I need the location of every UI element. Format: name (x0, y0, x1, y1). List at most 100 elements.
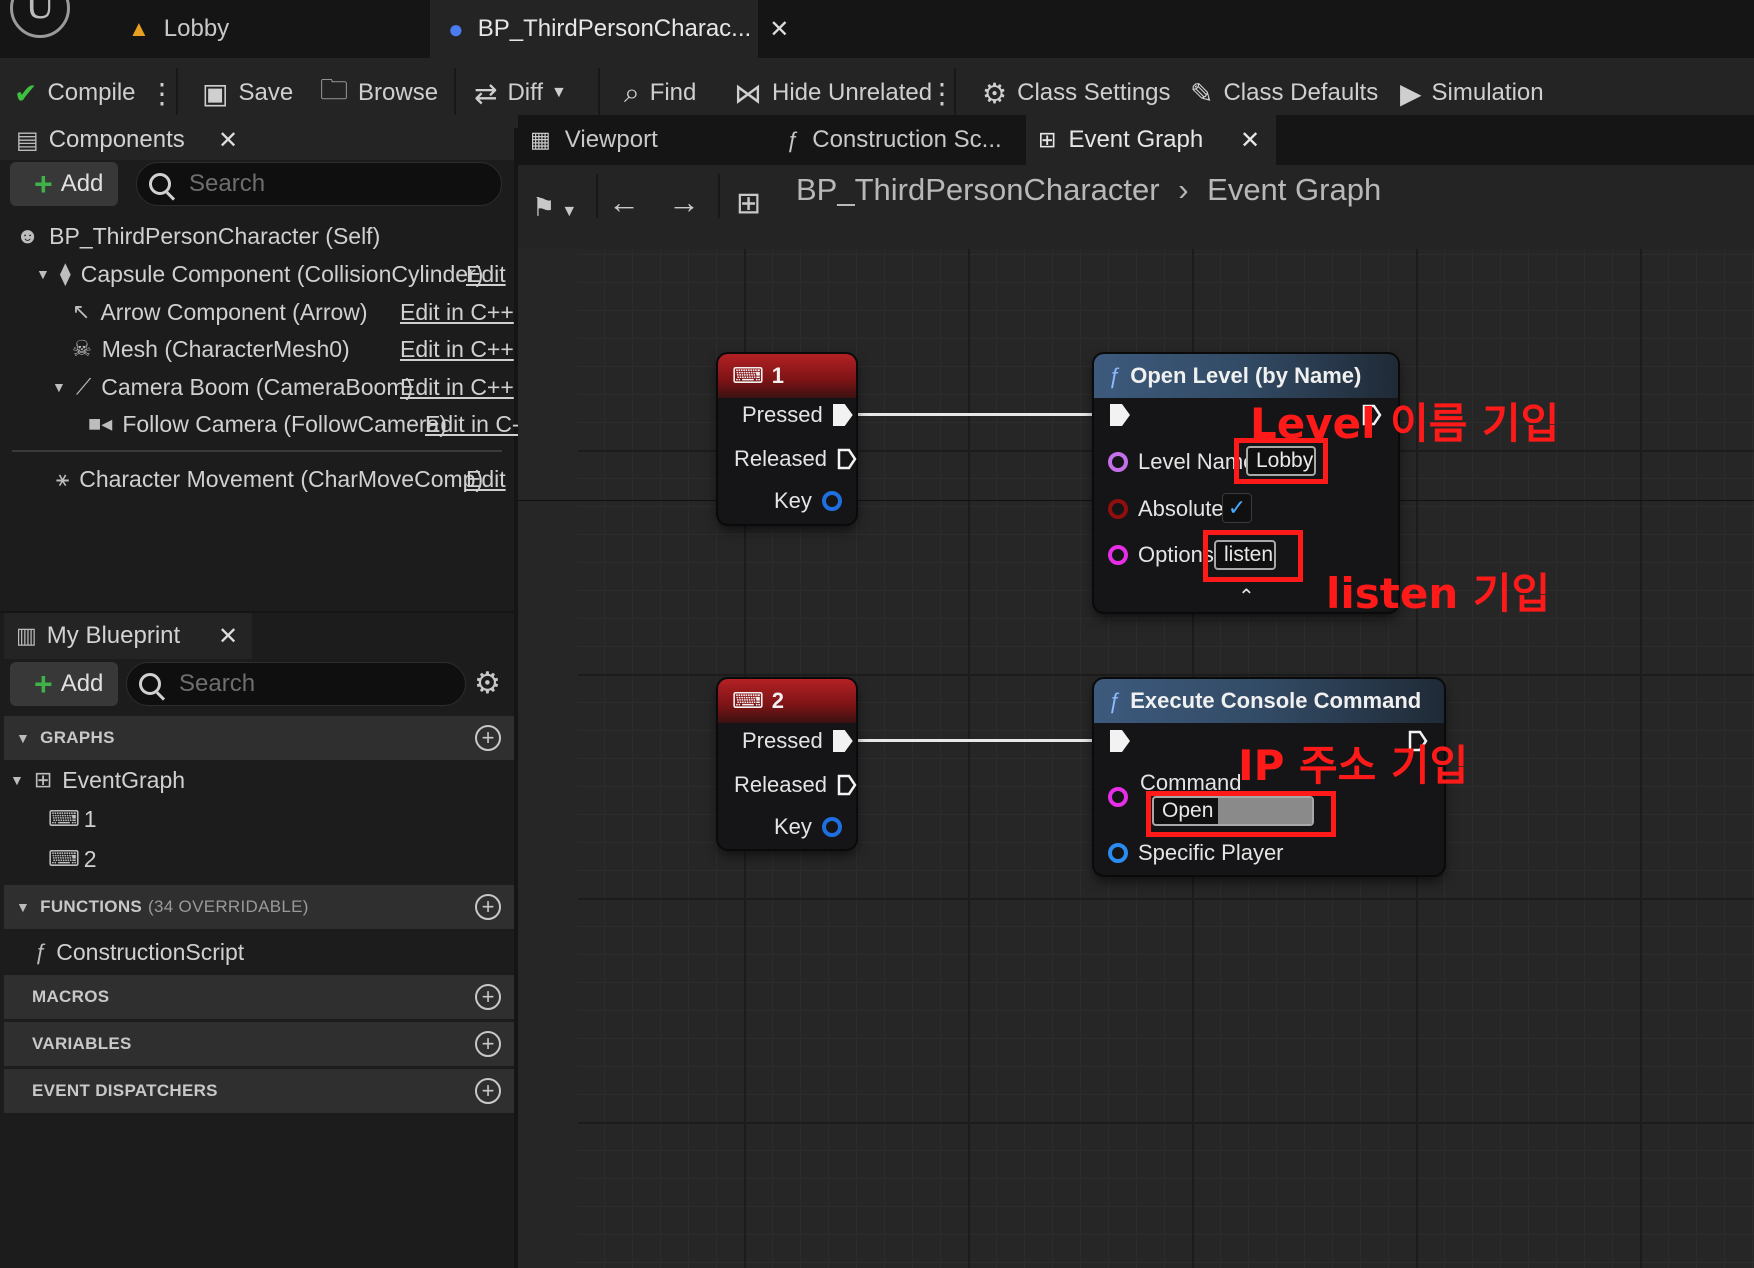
function-item-construction-script[interactable]: ƒ ConstructionScript (34, 933, 244, 971)
edit-in-cpp-link[interactable]: Edit in C- (425, 411, 520, 438)
exec-wire (858, 739, 1102, 742)
exec-out-pin-icon[interactable] (832, 730, 853, 752)
function-icon: ƒ (786, 127, 799, 152)
event-dispatchers-section-header[interactable]: EVENT DISPATCHERS (4, 1069, 514, 1113)
close-icon[interactable]: ✕ (218, 622, 238, 651)
options-pin[interactable]: Options (1108, 542, 1214, 568)
edit-in-cpp-link[interactable]: Edit in C++ (400, 336, 514, 363)
components-search-input[interactable]: Search (136, 162, 502, 206)
hide-unrelated-label: Hide Unrelated (772, 79, 933, 106)
node-header: ⌨ 2 (718, 679, 856, 723)
pressed-pin[interactable]: Pressed (742, 402, 853, 428)
chevron-down-icon: ▼ (16, 899, 31, 915)
component-row-self[interactable]: ☻ BP_ThirdPersonCharacter (Self) (16, 217, 380, 255)
released-pin[interactable]: Released (734, 446, 857, 472)
graph-item-key-2[interactable]: ⌨ 2 (48, 840, 97, 878)
node-title: Open Level (by Name) (1130, 363, 1362, 388)
breadcrumb-graph[interactable]: Event Graph (1207, 172, 1381, 207)
my-blueprint-tab[interactable]: ▥ My Blueprint ✕ (4, 613, 252, 659)
doc-tab-label: Lobby (163, 15, 230, 42)
key-pin[interactable]: Key (774, 488, 842, 514)
add-graph-icon[interactable]: + (475, 725, 501, 751)
save-label: Save (238, 79, 294, 106)
node-header: ƒ Execute Console Command (1094, 679, 1444, 723)
listen-annotation: listen 기입 (1326, 569, 1551, 618)
breadcrumb-divider (596, 174, 598, 218)
gear-icon[interactable]: ⚙ (474, 666, 501, 701)
level-icon: ▲ (128, 16, 150, 41)
component-label: BP_ThirdPersonCharacter (Self) (49, 222, 381, 249)
folder-search-icon: 🗀 (320, 74, 349, 105)
chevron-down-icon: ▼ (36, 266, 50, 282)
name-pin-icon[interactable] (1108, 452, 1128, 472)
close-icon[interactable]: ✕ (218, 126, 238, 155)
diff-label: Diff (507, 79, 544, 106)
components-add-button[interactable]: + Add (10, 162, 118, 206)
component-row-follow-camera[interactable]: ■◂ Follow Camera (FollowCamera) (88, 405, 447, 443)
components-tab[interactable]: ▤ Components ✕ (4, 115, 252, 165)
component-row-arrow[interactable]: ↖ Arrow Component (Arrow) (72, 293, 368, 331)
tab-event-graph[interactable]: ⊞ Event Graph ✕ (1026, 115, 1276, 165)
exec-wire (858, 413, 1102, 416)
component-row-character-movement[interactable]: ⚹ Character Movement (CharMoveComp) (56, 460, 483, 498)
string-pin-icon[interactable] (1108, 787, 1128, 807)
macros-section-header[interactable]: MACROS (4, 975, 514, 1019)
tab-label: Construction Sc... (812, 126, 1002, 153)
pin-label: Pressed (742, 728, 823, 753)
edit-in-cpp-link[interactable]: Edit in C++ (400, 374, 514, 401)
absolute-checkbox[interactable]: ✓ (1222, 493, 1252, 523)
forward-arrow-icon[interactable]: → (668, 184, 700, 221)
tab-construction-script[interactable]: ƒ Construction Sc... (774, 115, 1024, 165)
options-highlight (1203, 530, 1303, 582)
close-icon[interactable]: ✕ (1240, 126, 1260, 155)
functions-section-header[interactable]: ▼ FUNCTIONS (34 OVERRIDABLE) (4, 885, 514, 929)
event-graph-icon: ⊞ (1038, 127, 1057, 152)
breadcrumb-blueprint[interactable]: BP_ThirdPersonCharacter (796, 172, 1160, 207)
object-pin-icon[interactable] (1108, 843, 1128, 863)
add-macro-icon[interactable]: + (475, 984, 501, 1010)
absolute-pin[interactable]: Absolute (1108, 496, 1224, 522)
component-row-capsule[interactable]: ▼ ⧫ Capsule Component (CollisionCylinder… (36, 255, 483, 293)
doc-tab-blueprint[interactable]: ● BP_ThirdPersonCharac... ✕ (430, 0, 789, 58)
back-arrow-icon[interactable]: ← (608, 184, 640, 221)
graphs-section-header[interactable]: ▼ GRAPHS (4, 716, 514, 760)
struct-pin-icon[interactable] (821, 817, 842, 837)
chevron-down-icon: ▼ (10, 772, 24, 788)
simulation-icon: ▶ (1400, 77, 1422, 109)
add-function-icon[interactable]: + (475, 894, 501, 920)
hide-unrelated-icon: ⋈ (734, 77, 762, 109)
string-pin-icon[interactable] (1108, 545, 1128, 565)
graph-item-key-1[interactable]: ⌨ 1 (48, 800, 97, 838)
pressed-pin[interactable]: Pressed (742, 728, 853, 754)
exec-out-pin-icon[interactable] (837, 448, 857, 470)
component-row-camera-boom[interactable]: ▼ ⟋ Camera Boom (CameraBoom) (52, 368, 413, 406)
my-blueprint-search-input[interactable]: Search (126, 662, 466, 706)
doc-tab-lobby[interactable]: ▲ Lobby (110, 0, 430, 58)
add-event-dispatcher-icon[interactable]: + (475, 1078, 501, 1104)
my-blueprint-add-button[interactable]: + Add (10, 662, 118, 706)
keyboard-icon: ⌨ (732, 688, 764, 713)
edit-link[interactable]: Edit (466, 261, 506, 288)
specific-player-pin[interactable]: Specific Player (1108, 840, 1284, 866)
edit-link[interactable]: Edit (466, 466, 506, 493)
struct-pin-icon[interactable] (821, 491, 842, 511)
function-label: ConstructionScript (56, 938, 245, 965)
bookmark-icon[interactable]: ⚑ ▼ (532, 192, 577, 223)
tab-viewport[interactable]: ▦ Viewport (518, 115, 768, 165)
components-icon: ▤ (16, 126, 39, 154)
collapse-chevron-up-icon[interactable]: ⌃ (1238, 584, 1255, 609)
key-pin[interactable]: Key (774, 814, 842, 840)
exec-out-pin-icon[interactable] (832, 404, 853, 426)
graph-item-eventgraph[interactable]: ▼ ⊞ EventGraph (10, 761, 185, 799)
edit-in-cpp-link[interactable]: Edit in C++ (400, 299, 514, 326)
add-label: Add (60, 670, 104, 697)
component-row-mesh[interactable]: ☠ Mesh (CharacterMesh0) (72, 330, 350, 368)
add-variable-icon[interactable]: + (475, 1031, 501, 1057)
exec-out-pin-icon[interactable] (837, 774, 857, 796)
released-pin[interactable]: Released (734, 772, 857, 798)
find-icon: ⌕ (624, 76, 640, 108)
event-graph-icon: ⊞ (736, 187, 762, 220)
close-icon[interactable]: ✕ (769, 15, 789, 44)
variables-section-header[interactable]: VARIABLES (4, 1022, 514, 1066)
bool-pin-icon[interactable] (1108, 499, 1128, 519)
